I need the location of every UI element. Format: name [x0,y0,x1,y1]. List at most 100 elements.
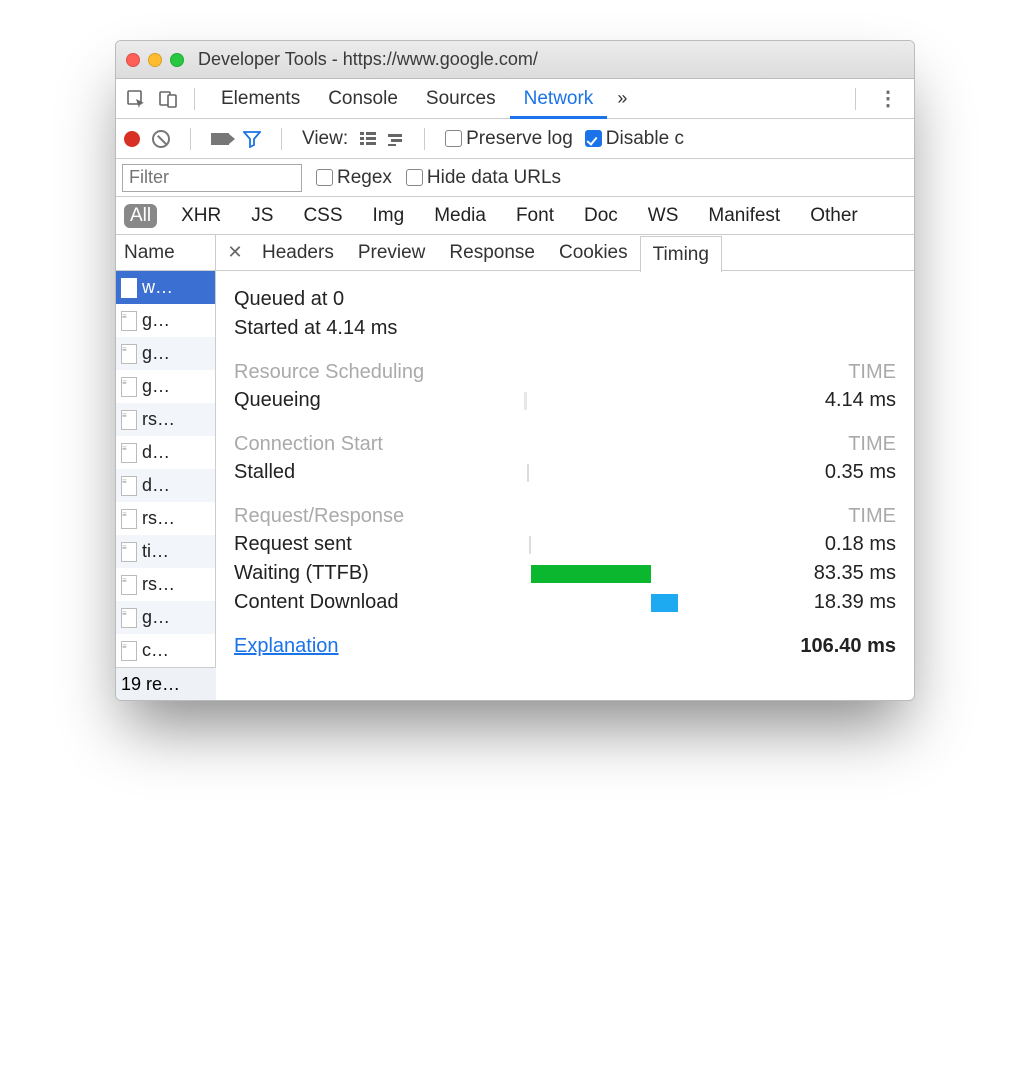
request-name: d… [142,442,170,463]
request-list: ≡w…≡g…≡g…≡g…≡rs…≡d…≡d…≡rs…≡ti…≡rs…≡g…≡c… [116,271,216,667]
explanation-link[interactable]: Explanation [234,635,339,658]
preserve-log-label: Preserve log [466,128,573,149]
timing-bar-segment [524,392,527,410]
tab-console[interactable]: Console [314,79,412,119]
timing-bar [524,563,744,585]
kebab-menu-icon[interactable]: ⋮ [868,86,908,111]
total-time: 106.40 ms [800,635,896,658]
file-icon: ≡ [121,608,137,628]
checkbox-icon[interactable] [316,169,333,186]
filter-js[interactable]: JS [245,204,279,228]
large-rows-icon[interactable] [360,132,376,146]
section-title: Request/Response [234,505,404,528]
screenshot-icon[interactable] [211,133,229,145]
filter-css[interactable]: CSS [297,204,348,228]
separator [194,88,195,110]
tab-timing[interactable]: Timing [640,236,722,272]
request-row[interactable]: ≡ti… [116,535,215,568]
filter-xhr[interactable]: XHR [175,204,227,228]
filter-input[interactable] [122,164,302,192]
checkbox-icon[interactable] [445,130,462,147]
timing-panel: Queued at 0 Started at 4.14 ms Resource … [216,271,914,700]
tab-response[interactable]: Response [437,235,547,271]
file-icon: ≡ [121,344,137,364]
request-name: rs… [142,574,175,595]
clear-icon[interactable] [152,130,170,148]
filter-ws[interactable]: WS [642,204,685,228]
timing-bar [524,534,744,556]
filter-img[interactable]: Img [367,204,411,228]
request-row[interactable]: ≡g… [116,337,215,370]
request-row[interactable]: ≡g… [116,304,215,337]
request-name: rs… [142,508,175,529]
filter-manifest[interactable]: Manifest [702,204,786,228]
file-icon: ≡ [121,443,137,463]
checkbox-checked-icon[interactable] [585,130,602,147]
request-count: 19 re… [116,667,216,700]
device-toolbar-icon[interactable] [154,85,182,113]
file-icon: ≡ [121,278,137,298]
type-filter-bar: All XHR JS CSS Img Media Font Doc WS Man… [116,197,914,235]
file-icon: ≡ [121,542,137,562]
waterfall-view-icon[interactable] [388,132,404,146]
file-icon: ≡ [121,311,137,331]
top-toolbar: Elements Console Sources Network » ⋮ [116,79,914,119]
name-column-header[interactable]: Name [116,235,216,270]
request-row[interactable]: ≡g… [116,601,215,634]
disable-cache-option[interactable]: Disable c [585,128,684,150]
regex-option[interactable]: Regex [316,167,392,189]
timing-label: Waiting (TTFB) [234,562,524,585]
tab-elements[interactable]: Elements [207,79,314,119]
request-row[interactable]: ≡g… [116,370,215,403]
request-row[interactable]: ≡rs… [116,568,215,601]
queued-at: Queued at 0 [234,285,896,314]
tab-preview[interactable]: Preview [346,235,438,271]
timing-bar-segment [529,536,531,554]
request-row[interactable]: ≡d… [116,469,215,502]
request-name: g… [142,343,170,364]
filter-all[interactable]: All [124,204,157,228]
request-name: g… [142,607,170,628]
close-window-icon[interactable] [126,53,140,67]
section-title: Connection Start [234,433,383,456]
filter-icon[interactable] [243,130,261,148]
close-detail-icon[interactable]: ✕ [220,242,250,263]
window-controls [126,53,184,67]
preserve-log-option[interactable]: Preserve log [445,128,573,150]
tab-cookies[interactable]: Cookies [547,235,640,271]
request-row[interactable]: ≡rs… [116,403,215,436]
tabs-overflow-icon[interactable]: » [607,88,637,109]
timing-value: 4.14 ms [744,389,896,412]
timing-bar [524,592,744,614]
filter-doc[interactable]: Doc [578,204,624,228]
tab-network[interactable]: Network [510,79,608,119]
detail-header: Name ✕ Headers Preview Response Cookies … [116,235,914,271]
timing-label: Request sent [234,533,524,556]
zoom-window-icon[interactable] [170,53,184,67]
file-icon: ≡ [121,575,137,595]
timing-bar [524,390,744,412]
request-row[interactable]: ≡c… [116,634,215,667]
tab-sources[interactable]: Sources [412,79,510,119]
request-name: ti… [142,541,169,562]
filter-font[interactable]: Font [510,204,560,228]
request-row[interactable]: ≡w… [116,271,215,304]
request-row[interactable]: ≡d… [116,436,215,469]
filter-media[interactable]: Media [428,204,492,228]
request-row[interactable]: ≡rs… [116,502,215,535]
minimize-window-icon[interactable] [148,53,162,67]
separator [424,128,425,150]
disable-cache-label: Disable c [606,128,684,149]
timing-row: Content Download18.39 ms [234,588,896,617]
record-icon[interactable] [124,131,140,147]
view-label: View: [302,128,348,150]
checkbox-icon[interactable] [406,169,423,186]
filter-other[interactable]: Other [804,204,864,228]
tab-headers[interactable]: Headers [250,235,346,271]
inspect-element-icon[interactable] [122,85,150,113]
file-icon: ≡ [121,509,137,529]
hide-data-urls-option[interactable]: Hide data URLs [406,167,561,189]
separator [281,128,282,150]
detail-tabs: ✕ Headers Preview Response Cookies Timin… [216,235,722,270]
section-title: Resource Scheduling [234,361,424,384]
